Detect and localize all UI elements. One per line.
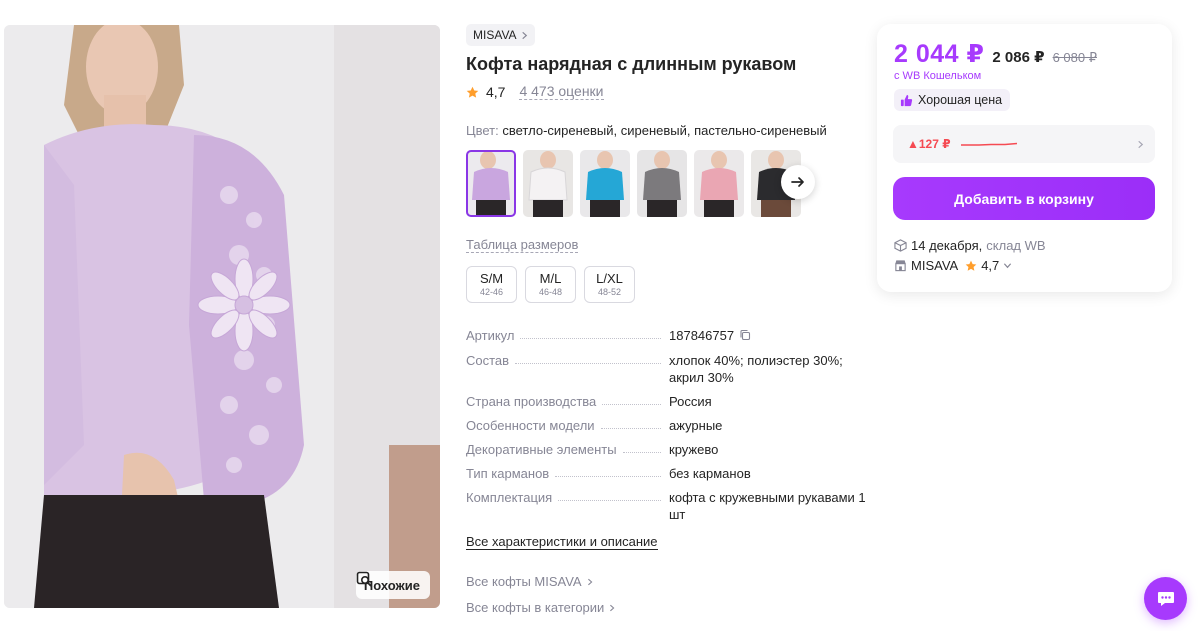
spec-row: Декоративные элементы кружево [466,441,866,458]
price-history-sparkline [960,142,1017,146]
good-price-label: Хорошая цена [918,93,1003,107]
size-options: S/M 42-46 M/L 46-48 L/XL 48-52 [466,266,635,303]
spec-key: Тип карманов [466,466,550,481]
thumbnail-image [694,150,744,217]
spec-key: Особенности модели [466,418,595,433]
current-price: 2 044 ₽ [894,40,985,68]
thumbnails-next-button[interactable] [781,165,815,199]
add-to-cart-button[interactable]: Добавить в корзину [893,177,1155,220]
spec-row: Состав хлопок 40%; полиэстер 30%; акрил … [466,352,866,386]
delivery-info: 14 декабря, склад WB [894,238,1046,253]
chevron-right-icon [587,578,592,585]
size-range: 42-46 [479,286,504,297]
thumbnail-image [580,150,630,217]
arrow-right-icon [791,177,804,187]
seller-name: MISAVA [911,258,959,273]
similar-search-icon [356,571,372,587]
spec-key: Комплектация [466,490,553,505]
size-table-link[interactable]: Таблица размеров [466,237,579,253]
spec-key: Декоративные элементы [466,442,617,457]
chevron-right-icon [1138,140,1144,148]
all-brand-items-label: Все кофты MISAVA [466,574,582,589]
spec-row: Тип карманов без карманов [466,465,866,482]
shop-icon [895,260,906,272]
seller-info[interactable]: MISAVA 4,7 [894,258,1012,273]
chevron-right-icon [610,604,615,611]
color-value: светло-сиреневый, сиреневый, пастельно-с… [502,123,827,138]
color-label: Цвет: [466,123,499,138]
rating-value: 4,7 [486,84,506,100]
spec-value: кружево [669,442,719,457]
size-option[interactable]: S/M 42-46 [466,266,517,303]
product-photo-illustration [4,25,440,608]
color-thumbnails [466,150,812,217]
brand-name: MISAVA [473,28,517,42]
spec-value: ажурные [669,418,723,433]
chevron-down-icon [1004,263,1012,269]
good-price-badge: Хорошая цена [894,89,1011,111]
chat-button[interactable] [1144,577,1187,620]
spec-key: Артикул [466,328,515,343]
star-icon [466,86,479,98]
all-category-items-link[interactable]: Все кофты в категории [466,600,616,615]
color-thumbnail[interactable] [523,150,573,217]
spec-row: Комплектация кофта с кружевными рукавами… [466,489,866,523]
spec-value-article: 187846757 [669,328,735,343]
price-history-button[interactable]: ▲127 ₽ [893,125,1155,163]
thumbnail-image [637,150,687,217]
spec-row: Страна производства Россия [466,393,866,410]
price-without-wallet: 2 086 ₽ [992,49,1045,66]
reviews-link[interactable]: 4 473 оценки [519,84,604,100]
color-thumbnail[interactable] [580,150,630,217]
spec-value: кофта с кружевными рукавами 1 шт [669,490,866,522]
product-title: Кофта нарядная с длинным рукавом [466,54,797,74]
delivery-date: 14 декабря, [911,238,983,253]
chevron-right-icon [521,31,527,39]
spec-row: Артикул 187846757 [466,327,866,344]
similar-button-label: Похожие [363,577,420,593]
size-label: M/L [539,270,562,286]
color-info: Цвет: светло-сиреневый, сиреневый, пасте… [466,123,827,138]
all-characteristics-link[interactable]: Все характеристики и описание [466,534,658,550]
size-range: 46-48 [538,286,563,297]
rating-row: 4,7 4 473 оценки [466,83,604,101]
color-thumbnail[interactable] [637,150,687,217]
all-category-items-label: Все кофты в категории [466,600,605,615]
thumbnail-image [523,150,573,217]
thumbs-up-icon [900,94,913,106]
color-thumbnail[interactable] [694,150,744,217]
seller-rating: 4,7 [981,258,1000,273]
size-label: L/XL [596,270,623,286]
spec-key: Состав [466,353,510,368]
price-change-value: ▲127 ₽ [907,137,951,151]
specifications-list: Артикул 187846757 Состав хлопок 40%; пол… [466,327,866,523]
spec-row: Особенности модели ажурные [466,417,866,434]
all-brand-items-link[interactable]: Все кофты MISAVA [466,574,594,589]
crossed-price: 6 080 ₽ [1052,50,1097,65]
size-label: S/M [479,270,504,286]
size-option[interactable]: M/L 46-48 [525,266,576,303]
similar-button[interactable]: Похожие [355,571,430,599]
copy-icon[interactable] [739,329,751,341]
wallet-note: с WB Кошельком [894,70,982,82]
color-thumbnail[interactable] [466,150,516,217]
brand-chip[interactable]: MISAVA [466,24,535,46]
box-icon [894,239,907,252]
delivery-store: склад WB [986,238,1046,253]
spec-value: Россия [669,394,712,409]
product-main-photo[interactable]: Похожие [4,25,440,608]
price-row: 2 044 ₽ 2 086 ₽ 6 080 ₽ [894,39,1097,69]
size-range: 48-52 [597,286,622,297]
price-card: 2 044 ₽ 2 086 ₽ 6 080 ₽ с WB Кошельком Х… [877,24,1172,292]
chat-icon [1157,591,1174,606]
spec-value: без карманов [669,466,751,481]
star-icon [965,260,977,271]
spec-value: хлопок 40%; полиэстер 30%; акрил 30% [669,353,843,385]
thumbnail-image [466,150,516,217]
size-option[interactable]: L/XL 48-52 [584,266,635,303]
spec-key: Страна производства [466,394,597,409]
